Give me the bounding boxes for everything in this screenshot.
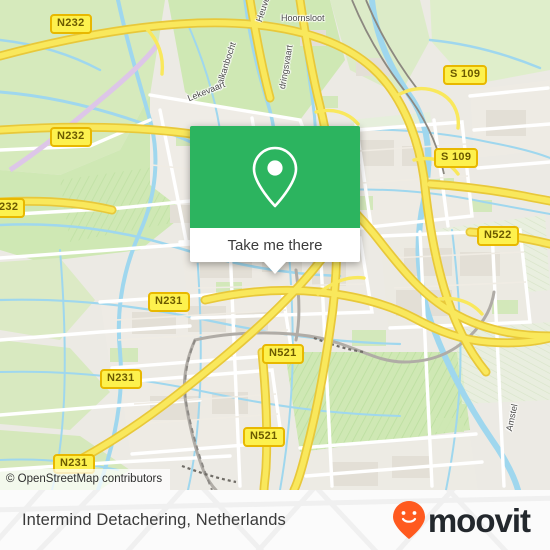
place-title: Intermind Detachering, Netherlands — [22, 510, 286, 529]
location-popup[interactable]: Take me there — [190, 126, 360, 274]
moovit-pin-smiley-icon — [392, 501, 425, 539]
road-shield: N232 — [50, 127, 92, 147]
map-screenshot: Hoornsloot Heuvelbocht Balkanbocht dring… — [0, 0, 550, 550]
road-shield: N521 — [243, 427, 285, 447]
map-label: Hoornsloot — [281, 13, 325, 23]
location-pin-icon — [252, 146, 298, 208]
popup-pointer-tail — [264, 262, 286, 274]
take-me-there-button[interactable]: Take me there — [190, 228, 360, 274]
road-shield: N521 — [262, 344, 304, 364]
popup-header — [190, 126, 360, 228]
road-shield: N231 — [100, 369, 142, 389]
road-shield: S 109 — [443, 65, 488, 85]
map-canvas[interactable]: Hoornsloot Heuvelbocht Balkanbocht dring… — [0, 0, 550, 490]
footer-bar: Intermind Detachering, Netherlands moovi… — [0, 490, 550, 550]
take-me-there-label: Take me there — [227, 236, 323, 254]
road-shield: 232 — [0, 198, 26, 218]
osm-attribution[interactable]: © OpenStreetMap contributors — [0, 469, 171, 490]
moovit-wordmark: moovit — [427, 501, 531, 539]
moovit-brand[interactable]: moovit — [392, 490, 531, 550]
road-shield: N231 — [148, 292, 190, 312]
road-shield: N232 — [50, 14, 92, 34]
road-shield: N522 — [477, 226, 519, 246]
road-shield: S 109 — [434, 148, 479, 168]
